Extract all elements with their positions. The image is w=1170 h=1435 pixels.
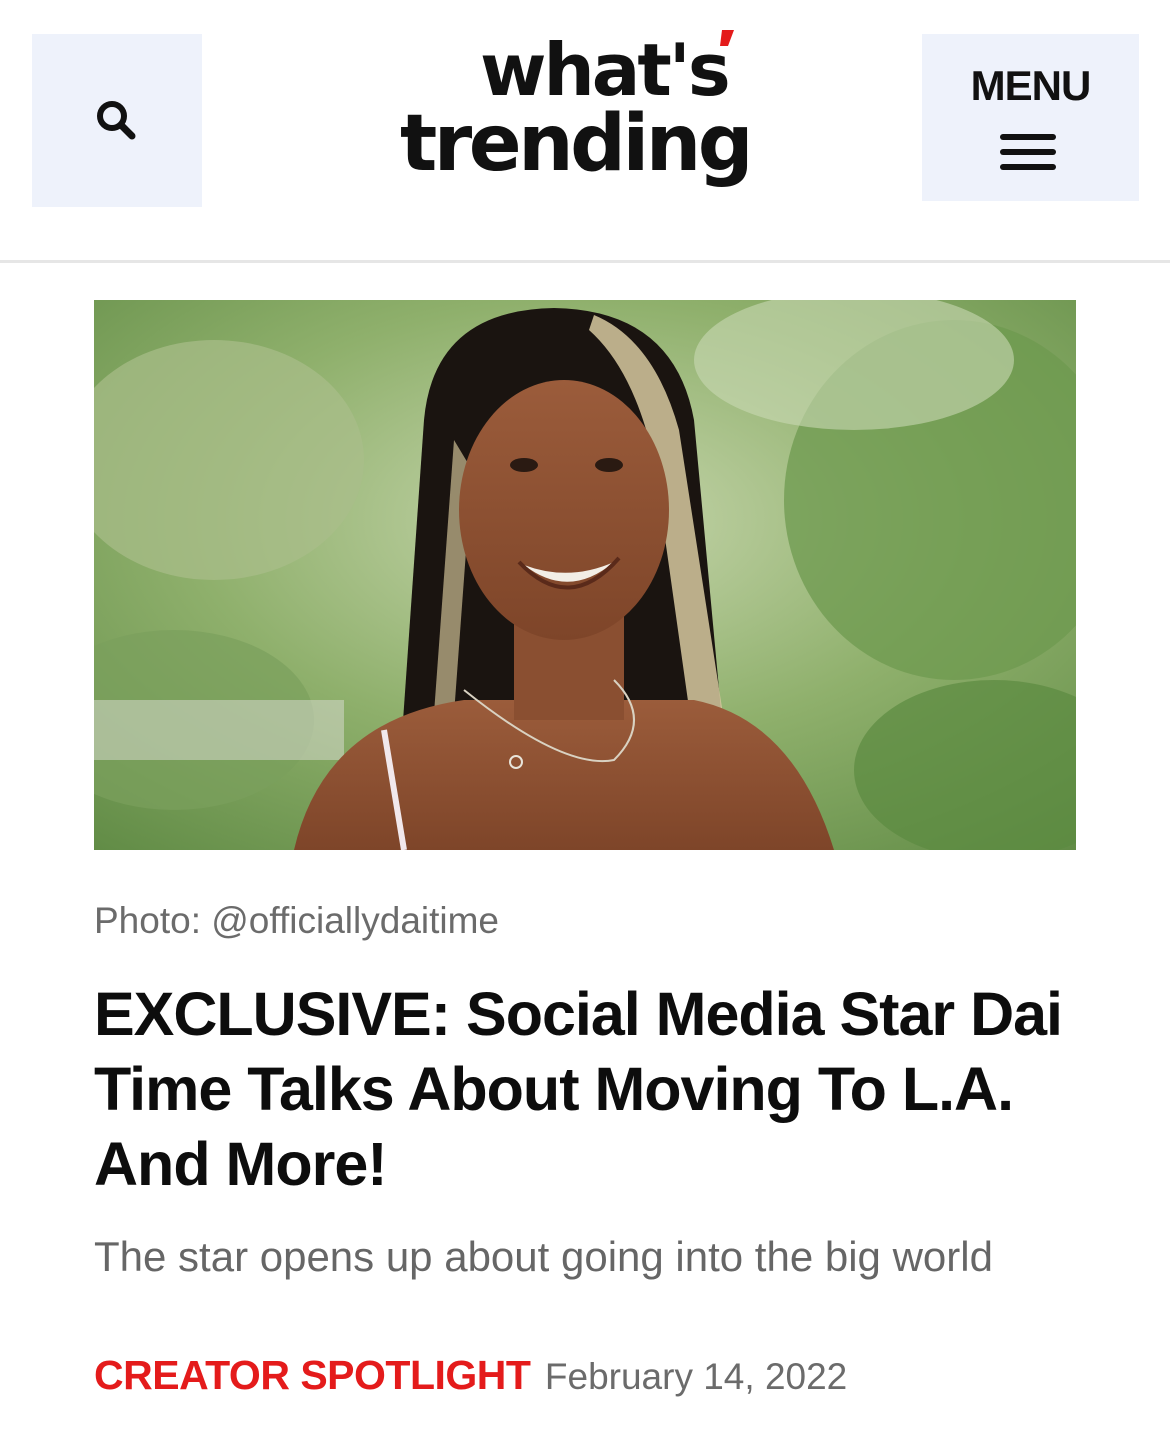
hamburger-icon [1000,134,1056,172]
article-headline[interactable]: EXCLUSIVE: Social Media Star Dai Time Ta… [94,977,1084,1202]
menu-label: MENU [970,62,1092,109]
photo-credit: Photo: @officiallydaitime [94,900,500,941]
site-header: what's trending MENU [0,0,1170,263]
header-divider [0,260,1170,263]
article-meta: CREATOR SPOTLIGHT February 14, 2022 [94,1352,847,1399]
publish-date: February 14, 2022 [544,1356,848,1397]
logo-red-accent [720,30,734,46]
category-link[interactable]: CREATOR SPOTLIGHT [94,1352,531,1398]
site-logo[interactable]: what's trending [396,28,776,188]
portrait-photo [94,300,1076,850]
article-subheadline: The star opens up about going into the b… [94,1233,993,1280]
hero-image[interactable] [94,300,1076,850]
menu-button[interactable]: MENU [922,34,1139,201]
logo-text-trending: trending [400,99,754,189]
search-icon [97,100,136,139]
search-button[interactable] [32,34,202,207]
logo-text-whats: what's [480,28,731,112]
